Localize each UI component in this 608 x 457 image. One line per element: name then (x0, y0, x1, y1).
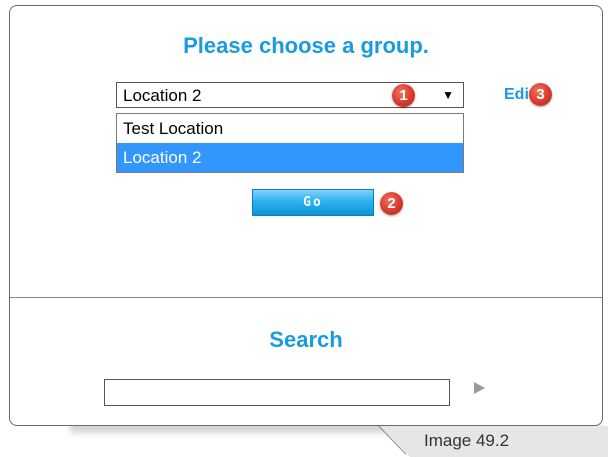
group-select-value: Location 2 (123, 86, 202, 105)
section-divider (10, 297, 602, 298)
dropdown-option-test-location[interactable]: Test Location (117, 114, 463, 143)
image-caption: Image 49.2 (424, 431, 510, 450)
step-badge-3: 3 (529, 83, 552, 106)
play-arrow-icon[interactable] (474, 382, 485, 394)
dropdown-option-location-2[interactable]: Location 2 (117, 143, 463, 172)
page-title: Please choose a group. (183, 33, 429, 58)
step-badge-1: 1 (392, 84, 415, 107)
group-dropdown-list: Test Location Location 2 (116, 113, 464, 173)
step-badge-2: 2 (380, 192, 403, 215)
dropdown-arrow-icon[interactable]: ▼ (442, 88, 454, 102)
search-title: Search (269, 327, 343, 352)
search-input[interactable] (104, 379, 450, 406)
group-chooser-panel: Please choose a group. Location 2 ▼ 1 Te… (9, 5, 603, 426)
go-button[interactable]: Go (252, 189, 374, 216)
